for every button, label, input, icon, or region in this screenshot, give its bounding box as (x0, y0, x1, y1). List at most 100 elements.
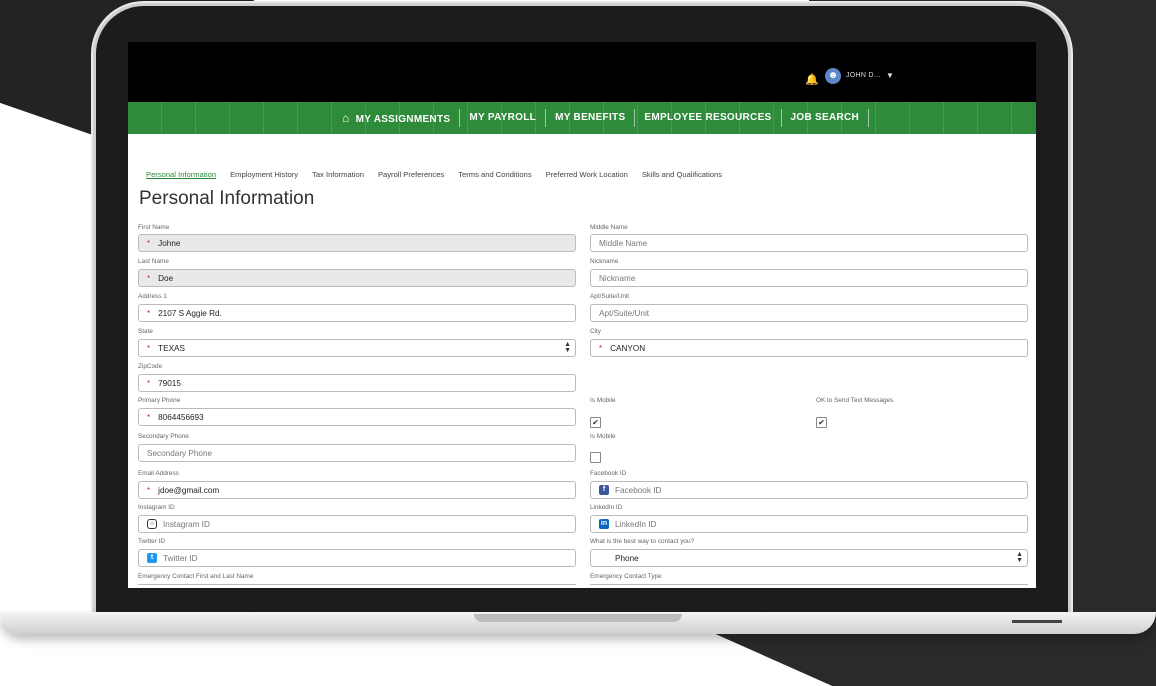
linkedin-field[interactable]: in LinkedIn ID (590, 515, 1028, 533)
main-nav: ⌂ MY ASSIGNMENTS MY PAYROLL MY BENEFITS E… (128, 102, 1036, 134)
required-marker: * (147, 378, 151, 388)
secondary-phone-label: Secondary Phone (138, 433, 189, 440)
tab-payroll-preferences[interactable]: Payroll Preferences (378, 170, 444, 179)
is-mobile-checkbox[interactable]: ✔ (590, 417, 601, 428)
emergency-name-label: Emergency Contact First and Last Name (138, 573, 254, 580)
linkedin-label: LinkedIn ID (590, 504, 623, 511)
nav-divider (868, 109, 870, 127)
email-field[interactable]: * jdoe@gmail.com (138, 481, 576, 499)
primary-phone-field[interactable]: * 8064456693 (138, 408, 576, 426)
city-value: CANYON (610, 343, 646, 353)
address1-label: Address 1 (138, 293, 167, 300)
nav-item-job-search[interactable]: JOB SEARCH (782, 102, 869, 134)
required-marker: * (147, 485, 151, 495)
first-name-label: First Name (138, 224, 170, 231)
apt-field[interactable]: Apt/Suite/Unit (590, 304, 1028, 322)
tab-skills-and-qualifications[interactable]: Skills and Qualifications (642, 170, 722, 179)
city-field[interactable]: * CANYON (590, 339, 1028, 357)
linkedin-placeholder: LinkedIn ID (615, 519, 657, 529)
nav-item-my-payroll[interactable]: MY PAYROLL (460, 102, 545, 134)
primary-phone-label: Primary Phone (138, 397, 181, 404)
nav-label: MY ASSIGNMENTS (355, 114, 451, 125)
email-value: jdoe@gmail.com (158, 485, 220, 495)
is-mobile-label-2: Is Mobile (590, 433, 616, 440)
instagram-field[interactable]: ○ Instagram ID (138, 515, 576, 533)
email-label: Email Address (138, 470, 179, 477)
middle-name-placeholder: Middle Name (599, 238, 648, 248)
nickname-field[interactable]: Nickname (590, 269, 1028, 287)
user-avatar-icon[interactable]: ☻ (825, 68, 841, 84)
zipcode-label: ZipCode (138, 363, 163, 370)
linkedin-icon: in (599, 519, 609, 529)
city-label: City (590, 328, 602, 335)
instagram-icon: ○ (147, 519, 157, 529)
required-marker: * (147, 308, 151, 318)
address1-value: 2107 S Aggie Rd. (158, 308, 222, 318)
screen: 🔔 ☻ JOHN D... ▼ ⌂ MY ASSIGNMENTS MY PAYRO… (128, 42, 1036, 588)
middle-name-label: Middle Name (590, 224, 628, 231)
state-label: State (138, 328, 153, 335)
address1-field[interactable]: * 2107 S Aggie Rd. (138, 304, 576, 322)
tab-terms-and-conditions[interactable]: Terms and Conditions (458, 170, 531, 179)
required-marker: * (147, 238, 151, 248)
emergency-type-field[interactable] (590, 584, 1028, 588)
tab-employment-history[interactable]: Employment History (230, 170, 298, 179)
apt-label: Apt/Suite/Unit (590, 293, 630, 300)
facebook-field[interactable]: f Facebook ID (590, 481, 1028, 499)
twitter-label: Twitter ID (138, 538, 165, 545)
top-bar: 🔔 ☻ JOHN D... ▼ (128, 42, 1036, 102)
middle-name-field[interactable]: Middle Name (590, 234, 1028, 252)
last-name-field[interactable]: * Doe (138, 269, 576, 287)
ok-to-text-label: OK to Send Text Messages (816, 397, 894, 404)
twitter-icon: t (147, 553, 157, 563)
chevron-down-icon[interactable]: ▼ (886, 71, 894, 80)
zipcode-field[interactable]: * 79015 (138, 374, 576, 392)
nav-item-employee-resources[interactable]: EMPLOYEE RESOURCES (635, 102, 780, 134)
facebook-placeholder: Facebook ID (615, 485, 662, 495)
select-arrows-icon: ▲ ▼ (564, 341, 571, 354)
username[interactable]: JOHN D... (846, 72, 881, 79)
facebook-icon: f (599, 485, 609, 495)
contact-way-label: What is the best way to contact you? (590, 538, 695, 545)
instagram-placeholder: Instagram ID (163, 519, 210, 529)
emergency-type-label: Emergency Contact Type (590, 573, 662, 580)
secondary-phone-field[interactable]: Secondary Phone (138, 444, 576, 462)
state-select[interactable]: * TEXAS ▲ ▼ (138, 339, 576, 357)
last-name-label: Last Name (138, 258, 169, 265)
tab-tax-information[interactable]: Tax Information (312, 170, 364, 179)
nav-item-my-benefits[interactable]: MY BENEFITS (546, 102, 634, 134)
ok-to-text-checkbox[interactable]: ✔ (816, 417, 827, 428)
twitter-placeholder: Twitter ID (163, 553, 198, 563)
nickname-placeholder: Nickname (599, 273, 636, 283)
is-mobile-label: Is Mobile (590, 397, 616, 404)
bell-icon[interactable]: 🔔 (805, 73, 819, 86)
tab-personal-information[interactable]: Personal Information (146, 170, 216, 179)
contact-way-select[interactable]: Phone ▲ ▼ (590, 549, 1028, 567)
primary-phone-value: 8064456693 (158, 412, 204, 422)
select-arrows-icon: ▲ ▼ (1016, 551, 1023, 564)
last-name-value: Doe (158, 273, 174, 283)
contact-way-value: Phone (615, 553, 639, 563)
nickname-label: Nickname (590, 258, 619, 265)
secondary-phone-placeholder: Secondary Phone (147, 448, 213, 458)
page-title: Personal Information (139, 188, 315, 209)
required-marker: * (147, 273, 151, 283)
required-marker: * (599, 343, 603, 353)
home-icon[interactable]: ⌂ (342, 111, 350, 125)
instagram-label: Instagram ID (138, 504, 175, 511)
apt-placeholder: Apt/Suite/Unit (599, 308, 650, 318)
profile-tabs: Personal Information Employment History … (146, 170, 722, 179)
tab-preferred-work-location[interactable]: Preferred Work Location (546, 170, 628, 179)
twitter-field[interactable]: t Twitter ID (138, 549, 576, 567)
state-value: TEXAS (158, 343, 185, 353)
nav-item-my-assignments[interactable]: ⌂ MY ASSIGNMENTS (333, 102, 459, 134)
first-name-field[interactable]: * Johne (138, 234, 576, 252)
required-marker: * (147, 412, 151, 422)
laptop-notch (474, 614, 682, 622)
first-name-value: Johne (158, 238, 181, 248)
zipcode-value: 79015 (158, 378, 181, 388)
emergency-name-field[interactable] (138, 584, 576, 588)
laptop-indicator (1012, 620, 1062, 623)
is-mobile-checkbox-2[interactable] (590, 452, 601, 463)
required-marker: * (147, 343, 151, 353)
